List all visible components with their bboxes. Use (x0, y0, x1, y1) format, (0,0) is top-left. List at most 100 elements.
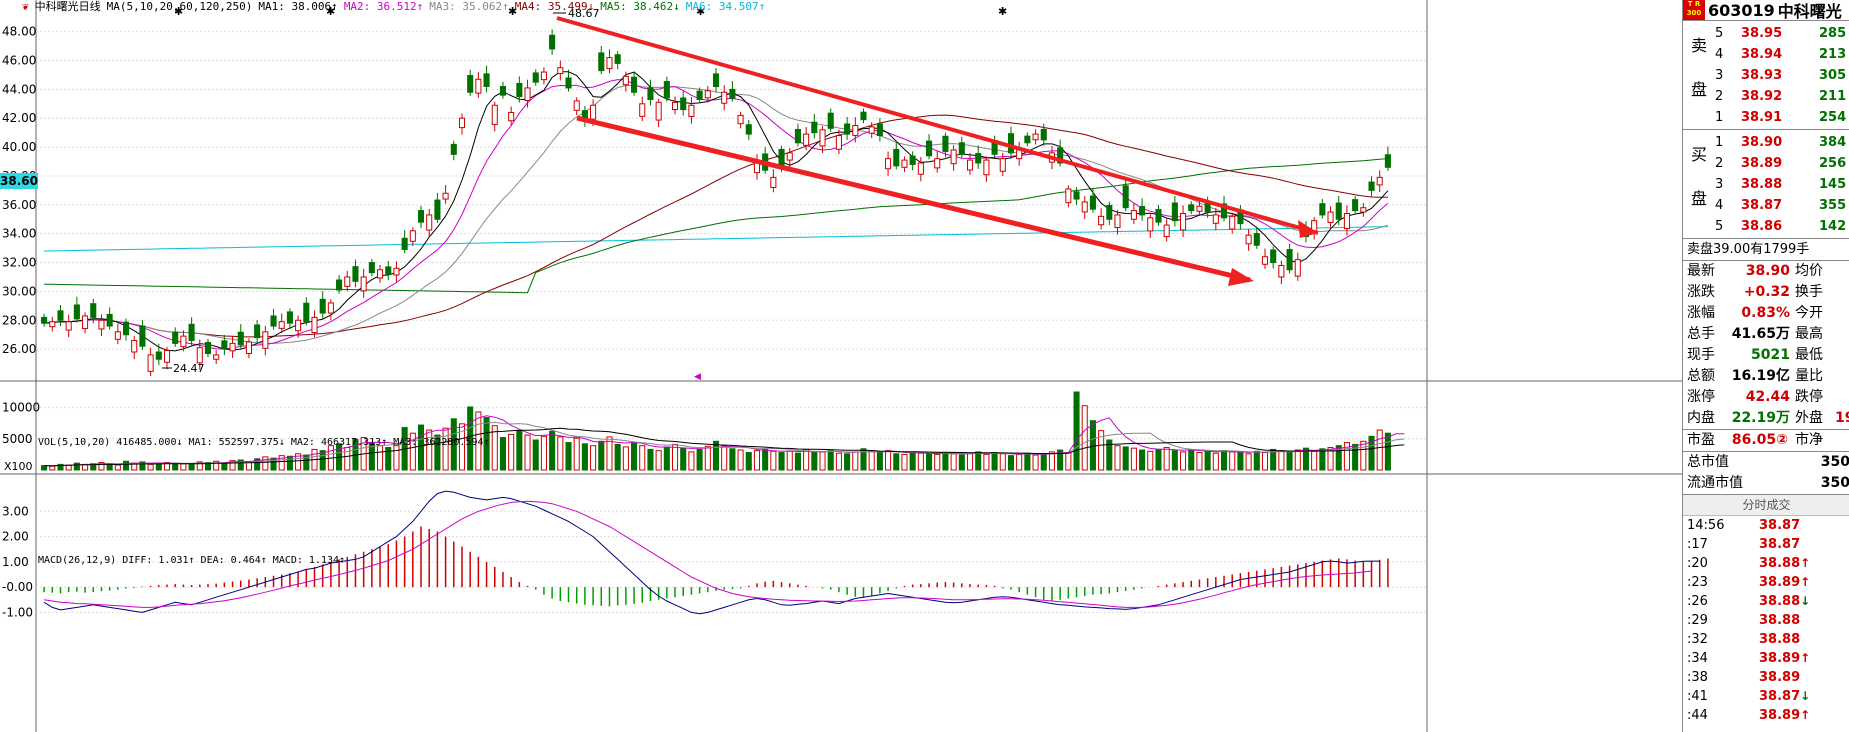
candle-body (221, 340, 228, 350)
candle-body (73, 304, 80, 320)
candle-body (1196, 205, 1203, 212)
volume-bar (745, 452, 752, 471)
order-row[interactable]: 1 38.90 384 (1683, 132, 1849, 153)
volume-bar (286, 455, 293, 471)
candle-body (942, 135, 949, 152)
order-row[interactable]: 4 38.94 213 (1683, 44, 1849, 65)
candle-body (1155, 209, 1162, 223)
candle-body (270, 315, 277, 327)
order-row[interactable]: 1 38.91 254 (1683, 107, 1849, 128)
volume-bar (819, 451, 826, 471)
quote-info-row: 总额 16.19亿 量比 (1687, 368, 1823, 384)
candle-body (303, 302, 310, 323)
tick-row: :29 38.88 (1687, 613, 1801, 628)
candle-body (409, 230, 416, 242)
volume-bar (1220, 450, 1228, 471)
candle-body (1065, 188, 1072, 204)
candle-body (237, 331, 244, 346)
candle-body (565, 77, 572, 89)
volume-bar (573, 437, 580, 471)
macd-tick-label: 1.00 (2, 555, 29, 569)
volume-bar (1024, 452, 1031, 471)
order-row[interactable]: 3 38.88 145 (1683, 174, 1849, 195)
tick-row: :26 38.88↓ (1687, 594, 1811, 609)
quote-title: T R 300 603019 中科曙光 (1683, 0, 1849, 21)
candle-body (90, 303, 97, 318)
volume-bar (1286, 451, 1293, 471)
volume-bar (655, 450, 662, 471)
order-row[interactable]: 3 38.93 305 (1683, 65, 1849, 86)
volume-bar (999, 453, 1006, 471)
tr300-logo-icon: T R 300 (1683, 0, 1705, 20)
candle-body (1007, 133, 1015, 154)
candle-body (917, 162, 924, 175)
candle-body (1180, 212, 1187, 231)
volume-bar (852, 451, 859, 471)
volume-bar (688, 451, 695, 471)
candle-body (860, 111, 867, 121)
quote-info-row: 总手 41.65万 最高 (1687, 326, 1823, 342)
order-row[interactable]: 5 38.86 142 (1683, 216, 1849, 237)
candle-body (41, 316, 48, 324)
candle-body (311, 316, 318, 334)
order-row[interactable]: 5 38.95 285 (1683, 23, 1849, 44)
candle-body (360, 276, 367, 292)
tick-row: :41 38.87↓ (1687, 689, 1811, 704)
volume-bar (794, 452, 801, 471)
volume-bar (966, 452, 974, 471)
candle-body (844, 123, 851, 135)
tick-list[interactable]: 14:56 38.87:17 38.87:20 38.88↑:23 38.89↑:26 3… (1683, 516, 1849, 725)
volume-bar (155, 463, 162, 471)
volume-bar (778, 452, 785, 471)
volume-bar (704, 445, 711, 471)
quote-info-row: 最新 38.90 均价 (1687, 263, 1823, 279)
tick-row: :38 38.89 (1687, 670, 1801, 685)
order-row[interactable]: 4 38.87 355 (1683, 195, 1849, 216)
candle-body (180, 335, 187, 348)
volume-bar (1081, 405, 1088, 471)
candle-body (631, 76, 638, 93)
candle-body (696, 90, 703, 100)
volume-bar (1073, 391, 1080, 471)
pe-row: 市盈 86.05② 市净 (1683, 429, 1849, 451)
candle-body (663, 81, 670, 99)
candle-body (1368, 181, 1375, 191)
order-row[interactable]: 2 38.89 256 (1683, 153, 1849, 174)
trend-arrow-lower (1228, 268, 1254, 286)
stock-logo-icon: ❦ (22, 0, 29, 13)
volume-bar (950, 453, 957, 471)
volume-bar (262, 456, 269, 471)
candle-body (532, 72, 539, 83)
candle-body (196, 347, 203, 364)
tick-row: :34 38.89↑ (1687, 651, 1811, 666)
volume-bar (1040, 453, 1047, 471)
candle-body (811, 121, 818, 134)
tick-row: :32 38.88 (1687, 632, 1801, 647)
volume-bar (639, 445, 646, 471)
candle-body (491, 104, 498, 125)
volume-bar (1065, 452, 1072, 471)
candle-body (819, 129, 826, 147)
volume-bar (786, 450, 793, 471)
candle-body (745, 124, 752, 135)
candle-body (1319, 203, 1326, 216)
volume-bar (581, 443, 588, 471)
volume-bar (1253, 450, 1260, 471)
volume-bar (712, 440, 720, 471)
volume-bar (549, 430, 556, 471)
volume-bar (631, 442, 638, 471)
candle-body (704, 90, 711, 99)
volume-bar (1007, 455, 1015, 471)
candle-body (680, 97, 687, 111)
volume-bar (508, 433, 515, 471)
volume-bar (1016, 453, 1023, 471)
market-cap-row: 总市值 350 (1687, 454, 1849, 470)
market-cap-row: 流通市值 350 (1687, 475, 1849, 491)
order-row[interactable]: 2 38.92 211 (1683, 86, 1849, 107)
candle-body (1016, 149, 1023, 160)
candle-body (1335, 202, 1342, 220)
stock-chart[interactable]: 48.0046.0044.0042.0040.0038.0036.0034.00… (0, 0, 1682, 732)
candle-body (770, 176, 777, 189)
ticks-header: 分时成交 (1683, 494, 1849, 516)
candle-body (475, 78, 482, 94)
